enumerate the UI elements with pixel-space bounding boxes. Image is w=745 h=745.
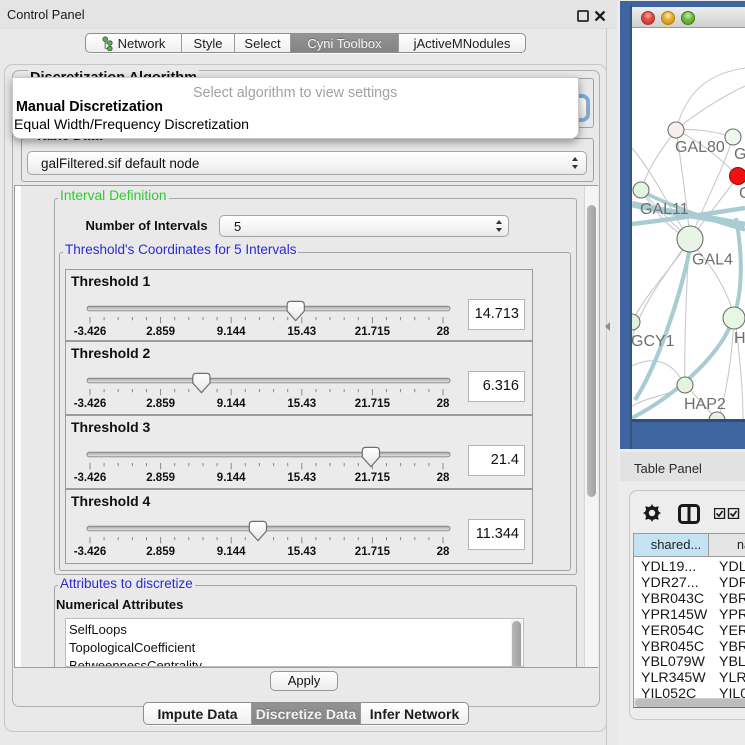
svg-text:21.715: 21.715 (355, 326, 391, 338)
svg-text:15.43: 15.43 (287, 472, 316, 484)
svg-text:C: C (739, 185, 745, 202)
svg-text:HAP2: HAP2 (684, 396, 726, 413)
svg-text:-3.426: -3.426 (74, 398, 107, 410)
svg-text:15.43: 15.43 (287, 398, 316, 410)
svg-text:21.715: 21.715 (355, 398, 391, 410)
svg-text:9.144: 9.144 (217, 546, 246, 558)
svg-text:28: 28 (437, 398, 450, 410)
svg-text:9.144: 9.144 (217, 326, 246, 338)
svg-text:GAL4: GAL4 (692, 252, 733, 269)
svg-text:21.715: 21.715 (355, 546, 391, 558)
svg-text:15.43: 15.43 (287, 326, 316, 338)
svg-text:-3.426: -3.426 (74, 472, 107, 484)
svg-text:28: 28 (437, 472, 450, 484)
svg-text:GAL80: GAL80 (675, 139, 725, 156)
svg-text:9.144: 9.144 (217, 398, 246, 410)
svg-text:9.144: 9.144 (217, 472, 246, 484)
svg-text:-3.426: -3.426 (74, 546, 107, 558)
svg-text:GCY1: GCY1 (632, 333, 675, 350)
svg-text:H: H (734, 330, 745, 347)
svg-text:21.715: 21.715 (355, 472, 391, 484)
svg-text:-3.426: -3.426 (74, 326, 107, 338)
svg-text:2.859: 2.859 (146, 398, 175, 410)
svg-text:28: 28 (437, 546, 450, 558)
svg-text:2.859: 2.859 (146, 326, 175, 338)
svg-text:28: 28 (437, 326, 450, 338)
svg-text:15.43: 15.43 (287, 546, 316, 558)
svg-text:GAL11: GAL11 (640, 201, 689, 218)
svg-text:2.859: 2.859 (146, 472, 175, 484)
svg-text:2.859: 2.859 (146, 546, 175, 558)
svg-text:GA: GA (734, 146, 745, 163)
